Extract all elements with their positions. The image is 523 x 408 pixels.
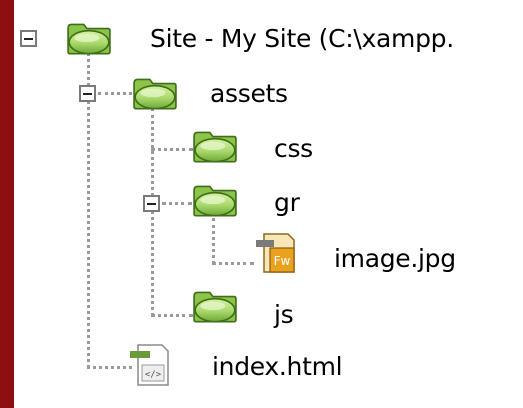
folder-icon bbox=[192, 288, 238, 324]
tree-connector bbox=[98, 92, 132, 95]
tree-node-label: assets bbox=[210, 78, 288, 108]
html-file-icon: </> bbox=[130, 344, 169, 386]
tree-connector bbox=[151, 108, 154, 316]
site-files-panel: Site - My Site (C:\xampp. assets css gr … bbox=[14, 0, 523, 408]
tree-node-gr[interactable]: gr bbox=[274, 182, 300, 222]
tree-node-image[interactable]: image.jpg bbox=[334, 238, 456, 278]
tree-node-assets[interactable]: assets bbox=[210, 73, 288, 113]
tree-connector bbox=[151, 148, 193, 151]
tree-connector bbox=[212, 218, 215, 264]
folder-icon bbox=[132, 75, 178, 111]
tree-node-label: js bbox=[274, 299, 294, 329]
folder-icon bbox=[192, 182, 238, 218]
tree-node-label: css bbox=[274, 133, 313, 163]
file-badge: </> bbox=[145, 370, 162, 380]
tree-node-root[interactable]: Site - My Site (C:\xampp. bbox=[150, 18, 454, 58]
collapse-toggle-gr[interactable] bbox=[143, 195, 160, 212]
tree-node-label: index.html bbox=[212, 351, 343, 381]
tree-connector bbox=[87, 366, 132, 369]
tree-node-css[interactable]: css bbox=[274, 128, 313, 168]
file-badge: Fw bbox=[274, 254, 291, 268]
fireworks-file-icon: Fw bbox=[256, 233, 295, 273]
folder-icon bbox=[66, 20, 112, 56]
collapse-toggle-assets[interactable] bbox=[79, 85, 96, 102]
tree-connector bbox=[212, 262, 254, 265]
tree-connector bbox=[162, 202, 192, 205]
tree-node-js[interactable]: js bbox=[274, 294, 294, 334]
tree-node-label: Site - My Site (C:\xampp. bbox=[150, 23, 454, 53]
collapse-toggle-root[interactable] bbox=[20, 30, 37, 47]
tree-connector bbox=[151, 314, 193, 317]
tree-node-index[interactable]: index.html bbox=[212, 346, 343, 386]
folder-icon bbox=[192, 128, 238, 164]
tree-node-label: image.jpg bbox=[334, 243, 456, 273]
tree-node-label: gr bbox=[274, 187, 300, 217]
